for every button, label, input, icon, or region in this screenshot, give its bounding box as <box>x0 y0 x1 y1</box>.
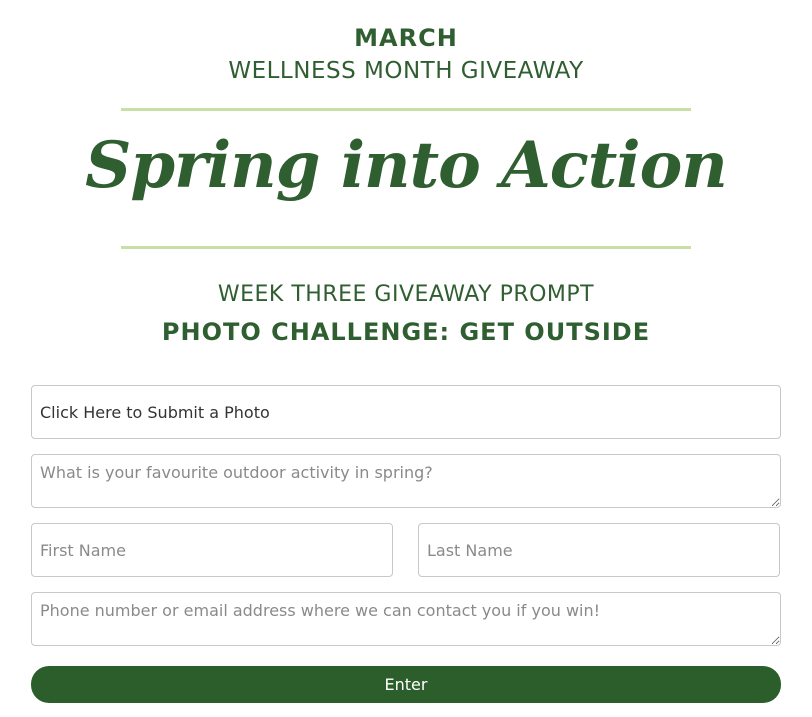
enter-button[interactable]: Enter <box>31 666 781 703</box>
contact-info-field[interactable] <box>31 592 781 646</box>
last-name-field[interactable] <box>418 523 780 577</box>
photo-upload-label: Click Here to Submit a Photo <box>40 402 270 422</box>
bottom-divider <box>121 246 691 249</box>
month-heading: MARCH <box>354 24 458 52</box>
week-prompt-heading: WEEK THREE GIVEAWAY PROMPT <box>217 282 595 307</box>
page-title: Spring into Action <box>85 128 728 203</box>
favourite-activity-field[interactable] <box>31 454 781 508</box>
first-name-field[interactable] <box>31 523 393 577</box>
giveaway-subtitle: WELLNESS MONTH GIVEAWAY <box>228 58 584 84</box>
photo-upload-button[interactable]: Click Here to Submit a Photo <box>31 385 781 439</box>
challenge-heading: PHOTO CHALLENGE: GET OUTSIDE <box>161 318 651 346</box>
top-divider <box>121 108 691 111</box>
